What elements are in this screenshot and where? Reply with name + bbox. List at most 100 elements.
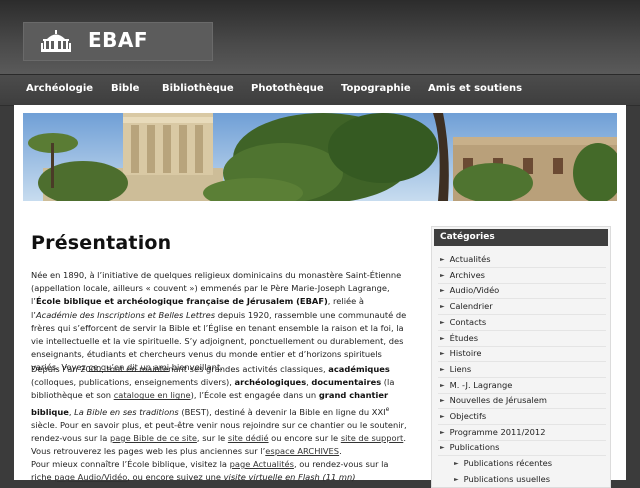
category-item[interactable]: ► Objectifs — [440, 411, 486, 421]
text-run: (BEST), destiné à devenir la Bible en li… — [178, 406, 386, 417]
nav-item-topographie[interactable]: Topographie — [341, 83, 411, 94]
building-emblem-icon — [41, 30, 71, 52]
main-nav: Archéologie Bible Bibliothèque Photothèq… — [0, 74, 640, 106]
text-run: . — [339, 445, 342, 456]
subcategory-item[interactable]: ► Publications récentes — [454, 458, 552, 468]
divider — [438, 314, 606, 316]
categories-widget: Catégories ► Actualités ► Archives ► Audio/Vi… — [431, 226, 611, 488]
bullet-arrow-icon: ► — [440, 444, 445, 452]
bold-text: archéologiques — [234, 377, 307, 388]
category-item[interactable]: ► Archives — [440, 270, 485, 280]
bullet-arrow-icon: ► — [440, 303, 445, 311]
subcategory-label: Publications récentes — [463, 458, 553, 469]
nav-item-archeologie[interactable]: Archéologie — [26, 83, 93, 94]
text-run: Pour mieux connaître l’École biblique, v… — [31, 459, 230, 469]
bullet-arrow-icon: ► — [440, 428, 445, 436]
nav-item-phototheque[interactable]: Photothèque — [251, 83, 324, 94]
divider — [438, 392, 606, 394]
category-item[interactable]: ► M. -J. Lagrange — [440, 380, 512, 390]
bullet-arrow-icon: ► — [440, 397, 445, 405]
category-label: Actualités — [449, 254, 491, 264]
category-label: Nouvelles de Jérusalem — [449, 395, 547, 406]
link-actualites[interactable]: page Actualités — [230, 459, 294, 469]
text-run: ou encore sur le — [268, 432, 341, 443]
category-item[interactable]: ► Liens — [440, 364, 471, 374]
text-run: Depuis l’an 2000, tout en maintenant ses… — [31, 364, 329, 374]
divider — [438, 267, 606, 268]
text-run: ), l’École est engagée dans un — [190, 390, 319, 401]
divider — [438, 345, 606, 347]
page-title: Présentation — [31, 232, 172, 254]
link-page-bible[interactable]: page Bible de ce site — [110, 433, 197, 443]
bullet-arrow-icon: ► — [440, 365, 445, 373]
subcategory-label: Publications usuelles — [463, 473, 551, 484]
category-label: Programme 2011/2012 — [449, 426, 546, 437]
nav-item-bible[interactable]: Bible — [111, 83, 139, 94]
logo-text: EBAF — [88, 28, 149, 52]
bullet-arrow-icon: ► — [440, 381, 445, 389]
category-label: Histoire — [449, 348, 482, 359]
bullet-arrow-icon: ► — [454, 460, 459, 468]
bullet-arrow-icon: ► — [440, 271, 445, 279]
category-item[interactable]: ► Actualités — [440, 254, 491, 264]
divider — [438, 424, 606, 425]
bullet-arrow-icon: ► — [440, 334, 445, 342]
category-item[interactable]: ► Histoire — [440, 348, 481, 358]
bold-text: documentaires — [311, 377, 382, 388]
category-item[interactable]: ► Études — [440, 333, 478, 343]
bold-text: académiques — [328, 364, 390, 374]
category-item[interactable]: ► Nouvelles de Jérusalem — [440, 395, 547, 405]
category-label: Calendrier — [449, 301, 493, 312]
activities-paragraph: Depuis l’an 2000, tout en maintenant ses… — [31, 363, 409, 458]
discover-paragraph: Pour mieux connaître l’École biblique, v… — [31, 458, 409, 484]
link-archives[interactable]: espace ARCHIVES — [265, 446, 339, 456]
bullet-arrow-icon: ► — [440, 350, 445, 358]
category-label: Publications — [449, 442, 500, 453]
category-item[interactable]: ► Programme 2011/2012 — [440, 427, 545, 437]
bold-text: École biblique et archéologique français… — [35, 296, 328, 307]
category-label: Contacts — [449, 316, 487, 327]
category-label: Archives — [449, 269, 485, 280]
link-site-dedie[interactable]: site dédié — [228, 433, 269, 443]
categories-heading: Catégories — [434, 229, 608, 246]
divider — [438, 376, 606, 378]
category-label: M. -J. Lagrange — [449, 379, 513, 390]
divider — [438, 329, 606, 331]
italic-text: Académie des Inscriptions et Belles Lett… — [35, 309, 216, 320]
link-audio-video[interactable]: page Audio/Vidéo — [54, 472, 127, 482]
text-run: (colloques, publications, enseignements … — [31, 377, 235, 388]
link-site-support[interactable]: site de support — [341, 433, 404, 443]
text-run: , ou encore suivez une — [127, 472, 224, 483]
divider — [438, 282, 606, 284]
text-run: , sur le — [196, 432, 228, 443]
divider — [438, 439, 606, 441]
page-content: Présentation Née en 1890, à l’initiative… — [14, 105, 626, 488]
bullet-arrow-icon: ► — [440, 413, 445, 420]
category-label: Liens — [449, 363, 472, 374]
bullet-arrow-icon: ► — [440, 287, 445, 295]
nav-item-amis-et-soutiens[interactable]: Amis et soutiens — [428, 83, 522, 94]
subcategory-item[interactable]: ► Publications usuelles — [454, 474, 550, 484]
italic-text: La Bible en ses traditions — [74, 406, 179, 417]
nav-item-bibliotheque[interactable]: Bibliothèque — [162, 83, 234, 94]
divider — [438, 361, 606, 363]
category-item[interactable]: ► Audio/Vidéo — [440, 285, 499, 295]
category-label: Audio/Vidéo — [449, 285, 500, 296]
category-item[interactable]: ► Publications — [440, 442, 499, 452]
intro-paragraph: Née en 1890, à l’initiative de quelques … — [31, 269, 409, 375]
italic-text: visite virtuelle en Flash (11 mn) — [223, 472, 356, 483]
category-item[interactable]: ► Calendrier — [440, 301, 493, 311]
divider — [438, 298, 606, 300]
site-logo[interactable]: EBAF — [23, 22, 213, 61]
bullet-arrow-icon: ► — [454, 475, 459, 483]
category-item[interactable]: ► Contacts — [440, 317, 486, 327]
category-label: Études — [449, 332, 479, 343]
divider — [438, 408, 606, 410]
header-banner-image — [23, 113, 617, 201]
site-header: EBAF — [0, 0, 640, 74]
bullet-arrow-icon: ► — [440, 318, 445, 326]
divider — [438, 455, 606, 457]
link-catalogue[interactable]: catalogue en ligne — [114, 390, 191, 400]
category-label: Objectifs — [449, 411, 487, 421]
bullet-arrow-icon: ► — [440, 256, 445, 263]
